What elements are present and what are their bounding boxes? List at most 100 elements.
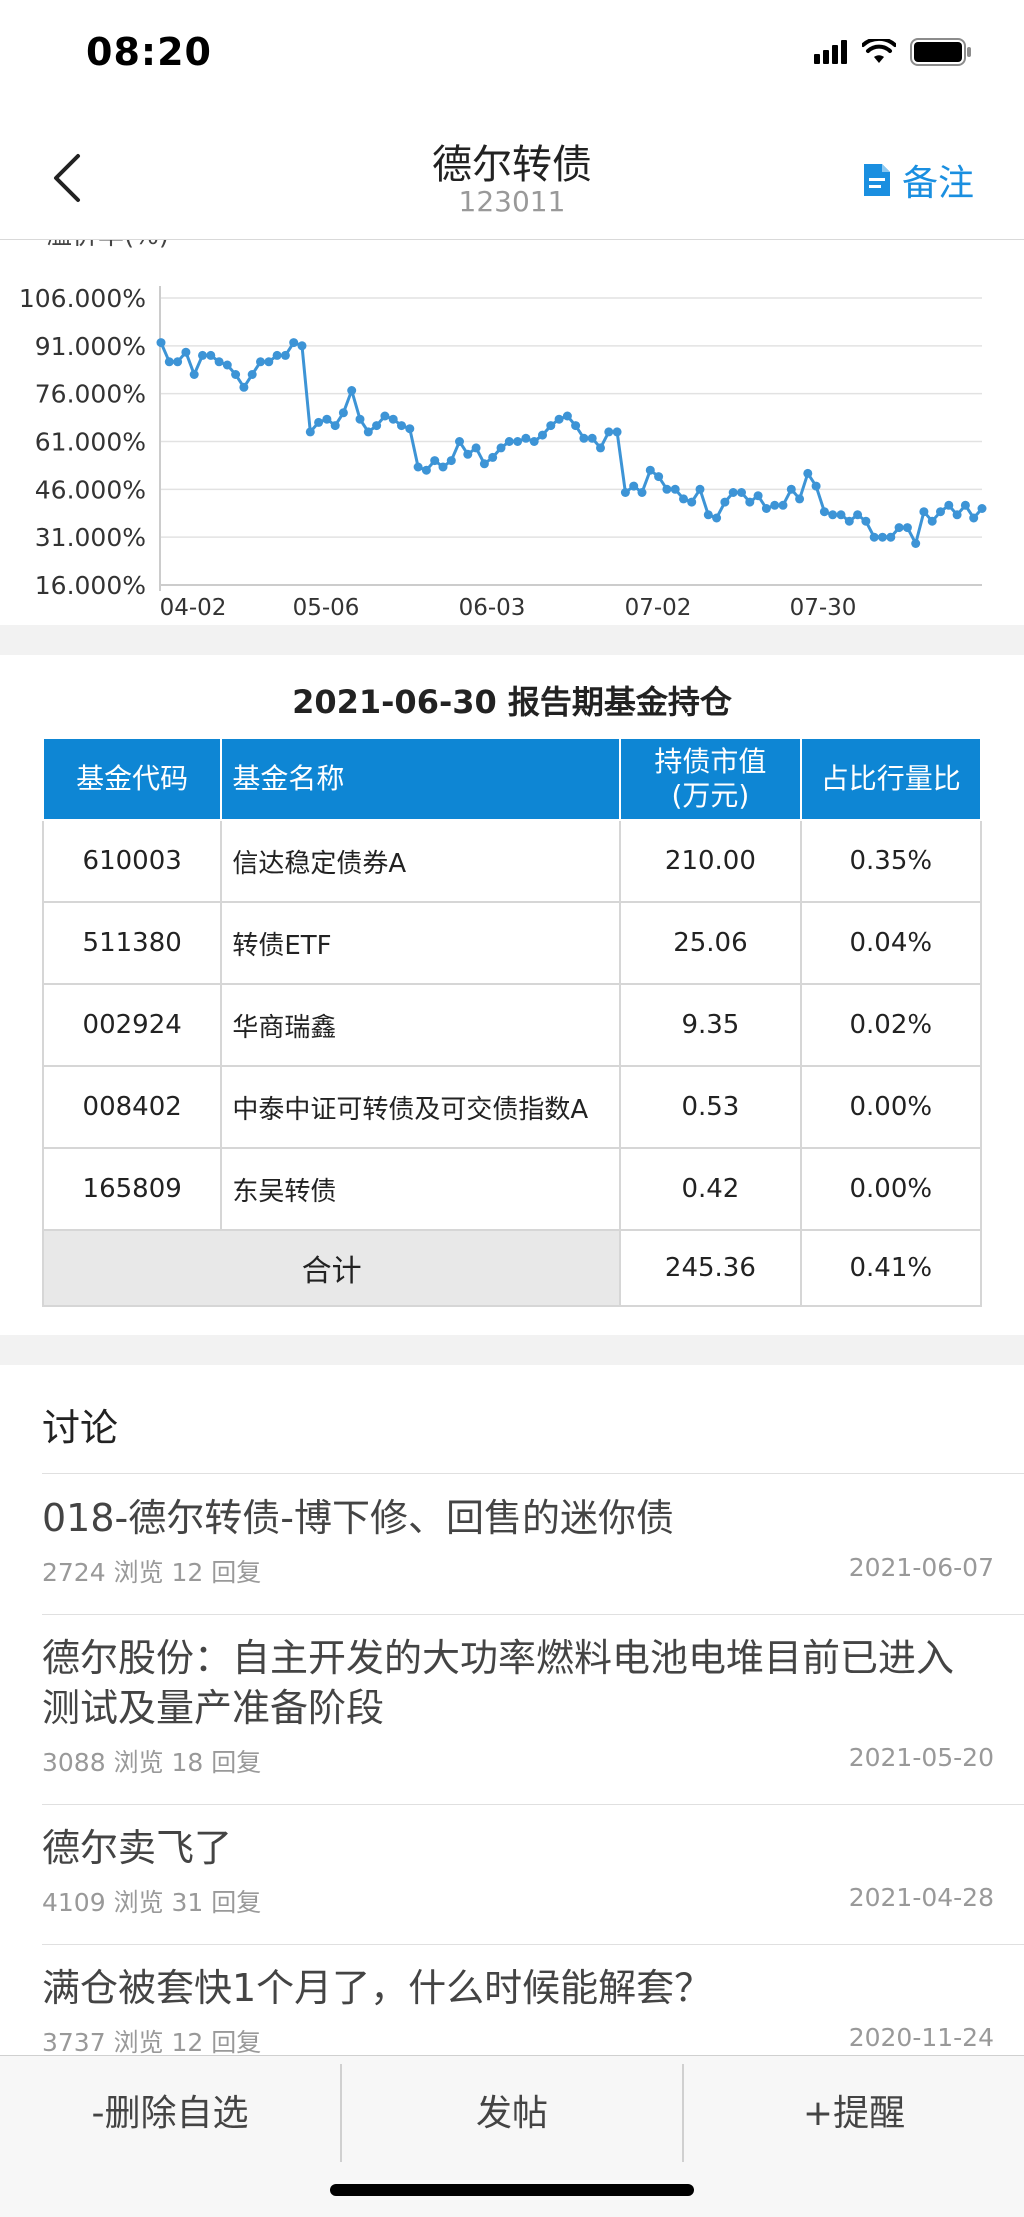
post-title[interactable]: 满仓被套快1个月了，什么时候能解套？	[42, 1963, 1024, 2013]
discussion-post[interactable]: 德尔卖飞了 4109 浏览 31 回复 2021-04-28	[42, 1805, 1024, 1945]
data-point	[305, 427, 315, 437]
data-point	[894, 523, 904, 533]
data-point	[438, 462, 448, 472]
section-gap	[0, 1335, 1024, 1365]
post-title[interactable]: 德尔股份：自主开发的大功率燃料电池电堆目前已进入测试及量产准备阶段	[42, 1633, 1024, 1733]
y-tick-label: 31.000%	[35, 523, 146, 552]
x-tick-label: 07-02	[625, 595, 692, 621]
data-point	[654, 472, 664, 482]
cell-name: 华商瑞鑫	[220, 983, 622, 1067]
y-tick-label: 106.000%	[19, 284, 146, 313]
data-point	[380, 411, 390, 421]
data-point	[338, 408, 348, 418]
data-point	[662, 484, 672, 494]
post-meta: 4109 浏览 31 回复 2021-04-28	[42, 1883, 1024, 1919]
post-date: 2021-04-28	[848, 1883, 994, 1912]
post-title[interactable]: 德尔卖飞了	[42, 1823, 1024, 1873]
cell-code: 008402	[41, 1065, 223, 1149]
table-row[interactable]: 511380 转债ETF 25.06 0.04%	[41, 901, 983, 985]
cell-ratio: 0.02%	[799, 983, 983, 1067]
y-tick-label: 46.000%	[35, 475, 146, 504]
data-point	[397, 421, 406, 431]
post-stats: 3088 浏览 18 回复	[42, 1748, 262, 1777]
fund-holdings-section: 2021-06-30 报告期基金持仓 基金代码 基金名称 持债市值 (万元) 占…	[0, 655, 1024, 1335]
header-value-line2: (万元)	[671, 779, 750, 812]
nav-bar: 德尔转债 123011 备注	[0, 110, 1024, 240]
battery-icon	[910, 38, 971, 66]
post-title[interactable]: 018-德尔转债-博下修、回售的迷你债	[42, 1493, 1024, 1543]
data-point	[679, 494, 688, 504]
data-point	[712, 513, 722, 523]
discussion-post[interactable]: 满仓被套快1个月了，什么时候能解套？ 3737 浏览 12 回复 2020-11…	[42, 1945, 1024, 2055]
header-ratio: 占比行量比	[799, 737, 983, 821]
data-point	[878, 532, 887, 542]
table-row[interactable]: 610003 信达稳定债券A 210.00 0.35%	[41, 819, 983, 903]
divider	[42, 1473, 1024, 1474]
data-point	[944, 500, 954, 510]
data-point	[496, 443, 506, 453]
data-point	[355, 414, 365, 424]
cell-name: 中泰中证可转债及可交债指数A	[220, 1065, 622, 1149]
header-name: 基金名称	[220, 737, 622, 821]
holdings-title: 2021-06-30 报告期基金持仓	[292, 683, 732, 721]
data-point	[836, 510, 846, 520]
data-point	[173, 357, 183, 367]
cell-value: 210.00	[619, 819, 802, 903]
total-ratio: 0.41%	[799, 1229, 983, 1307]
note-icon	[863, 164, 890, 196]
data-point	[280, 350, 290, 360]
cell-code: 165809	[41, 1147, 223, 1231]
discussion-post[interactable]: 018-德尔转债-博下修、回售的迷你债 2724 浏览 12 回复 2021-0…	[42, 1475, 1024, 1615]
table-row[interactable]: 008402 中泰中证可转债及可交债指数A 0.53 0.00%	[41, 1065, 983, 1149]
status-time: 08:20	[86, 30, 212, 74]
cell-code: 002924	[41, 983, 223, 1067]
data-point	[844, 516, 854, 526]
status-bar: 08:20	[0, 0, 1024, 110]
x-tick-label: 05-06	[293, 595, 360, 621]
y-axis-label: 溢价率(%)	[46, 240, 169, 251]
data-point	[206, 350, 216, 360]
data-point	[388, 414, 398, 424]
y-tick-label: 16.000%	[35, 571, 146, 600]
data-point	[620, 488, 630, 497]
data-point	[164, 357, 174, 367]
data-point	[538, 430, 547, 440]
table-row[interactable]: 165809 东吴转债 0.42 0.00%	[41, 1147, 983, 1231]
cell-name: 转债ETF	[220, 901, 622, 985]
cell-name: 东吴转债	[220, 1147, 622, 1231]
data-point	[745, 497, 755, 507]
header-value: 持债市值 (万元)	[619, 737, 802, 821]
data-point	[222, 360, 232, 370]
cell-value: 0.42	[619, 1147, 802, 1231]
cell-ratio: 0.35%	[799, 819, 983, 903]
data-point	[471, 443, 481, 453]
data-point	[405, 424, 415, 434]
table-row[interactable]: 002924 华商瑞鑫 9.35 0.02%	[41, 983, 983, 1067]
post-stats: 2724 浏览 12 回复	[42, 1558, 262, 1587]
data-point	[703, 510, 713, 520]
data-point	[587, 433, 597, 443]
new-post-button[interactable]: 发帖	[342, 2056, 682, 2164]
data-point	[314, 417, 324, 427]
discussion-title: 讨论	[42, 1406, 119, 1450]
total-label: 合计	[41, 1229, 622, 1307]
section-gap	[0, 625, 1024, 655]
data-point	[919, 507, 929, 517]
data-point	[579, 433, 589, 443]
note-button[interactable]: 备注	[862, 154, 974, 206]
data-point	[521, 433, 531, 443]
data-point	[256, 357, 265, 367]
header-value-line1: 持债市值	[654, 745, 767, 778]
remove-watchlist-button[interactable]: -删除自选	[0, 2056, 340, 2164]
total-value: 245.36	[619, 1229, 802, 1307]
table-total-row: 合计 245.36 0.41%	[41, 1229, 983, 1307]
post-meta: 3088 浏览 18 回复 2021-05-20	[42, 1743, 1024, 1779]
holdings-table: 基金代码 基金名称 持债市值 (万元) 占比行量比 610003 信达稳定债券A…	[41, 737, 983, 1307]
data-point	[687, 497, 697, 507]
data-point	[347, 386, 357, 395]
discussion-post[interactable]: 德尔股份：自主开发的大功率燃料电池电堆目前已进入测试及量产准备阶段 3088 浏…	[42, 1615, 1024, 1805]
data-point	[861, 516, 871, 526]
premium-chart: 溢价率(%) 106.000% 91.000% 76.000% 61.000% 46.00…	[0, 240, 1024, 625]
add-reminder-button[interactable]: +提醒	[684, 2056, 1024, 2164]
data-point	[430, 456, 440, 466]
